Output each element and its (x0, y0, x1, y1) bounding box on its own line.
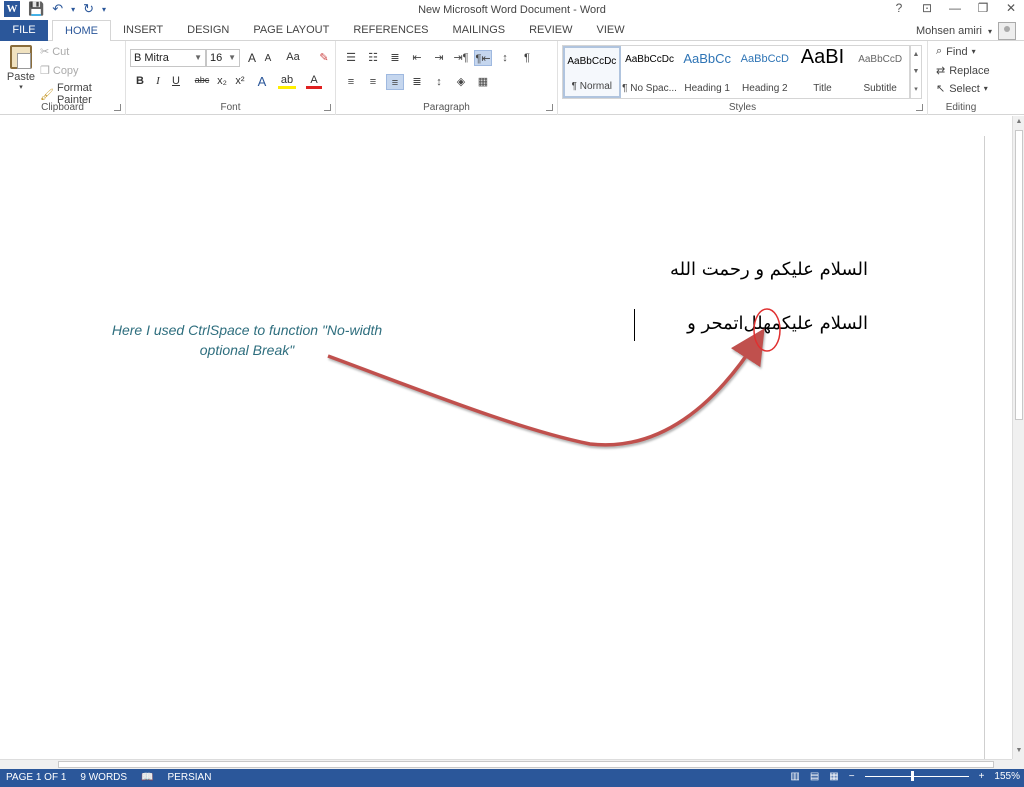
scrollbar-corner (1012, 759, 1024, 769)
read-mode-icon[interactable]: ▥ (790, 771, 799, 782)
zoom-slider[interactable] (864, 771, 969, 781)
scroll-up-icon[interactable]: ▲ (1013, 118, 1024, 128)
horizontal-scroll-thumb[interactable] (58, 761, 994, 768)
annotation-overlay (327, 308, 781, 447)
print-layout-icon[interactable]: ▤ (810, 771, 819, 782)
annotation-arrow (327, 328, 765, 447)
zoom-out-button[interactable]: − (849, 771, 855, 782)
annotation-circle (753, 308, 781, 352)
proofing-icon[interactable]: 📖 (141, 772, 153, 783)
zoom-slider-knob[interactable] (910, 771, 914, 781)
vertical-scroll-thumb[interactable] (1015, 130, 1023, 420)
web-layout-icon[interactable]: ▦ (829, 771, 838, 782)
zoom-level[interactable]: 155% (994, 771, 1020, 782)
horizontal-scrollbar[interactable] (0, 759, 1012, 769)
zoom-in-button[interactable]: + (979, 771, 985, 782)
vertical-scrollbar[interactable]: ▲ ▼ (1012, 116, 1024, 759)
word-count[interactable]: 9 WORDS (80, 772, 127, 783)
status-bar: PAGE 1 OF 1 9 WORDS 📖 PERSIAN ▥ ▤ ▦ − + … (0, 769, 1024, 787)
page-count[interactable]: PAGE 1 OF 1 (6, 772, 66, 783)
scroll-down-icon[interactable]: ▼ (1013, 747, 1024, 757)
language-indicator[interactable]: PERSIAN (168, 772, 212, 783)
